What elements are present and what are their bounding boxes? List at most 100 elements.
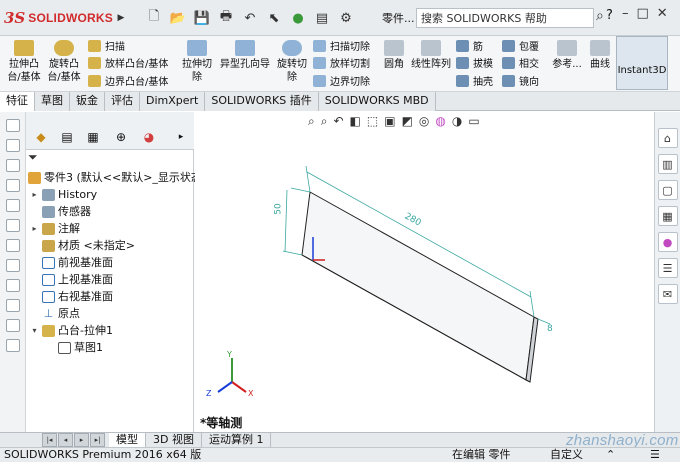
custom-properties-icon[interactable]: ☰ xyxy=(657,258,678,278)
last-tab-arrow-icon[interactable]: ▸| xyxy=(90,433,105,447)
draft-button[interactable]: 拔模 xyxy=(456,55,493,70)
tree-item-top-plane[interactable]: 上视基准面 xyxy=(30,272,113,288)
sketch-tool-icon[interactable] xyxy=(5,179,20,192)
prev-tab-arrow-icon[interactable]: ◂ xyxy=(58,433,73,447)
tab-model[interactable]: 模型 xyxy=(109,433,146,448)
search-icon[interactable]: ⌕ xyxy=(596,8,604,24)
forum-icon[interactable]: ✉ xyxy=(657,284,678,304)
tree-item-sketch1[interactable]: 草图1 xyxy=(46,340,103,356)
tree-item-annotations[interactable]: ▸ 注解 xyxy=(30,221,80,237)
status-custom-units[interactable]: 自定义 xyxy=(550,448,583,462)
tree-item-boss-extrude[interactable]: ▾ 凸台-拉伸1 xyxy=(30,323,113,339)
new-document-icon[interactable]: 🗋 xyxy=(143,7,165,29)
hide-show-items-icon[interactable]: ◎ xyxy=(419,114,429,129)
sketch-tool-icon[interactable] xyxy=(5,259,20,272)
view-orientation-icon[interactable]: ▣ xyxy=(384,114,395,129)
sketch-tool-icon[interactable] xyxy=(5,279,20,292)
rib-button[interactable]: 筋 xyxy=(456,38,483,53)
undo-icon[interactable]: ↶ xyxy=(239,7,261,29)
apply-scene-icon[interactable]: ◑ xyxy=(452,114,462,129)
solidworks-resources-icon[interactable]: ⌂ xyxy=(657,128,678,148)
fillet-button[interactable]: 圆角 xyxy=(380,40,408,71)
curves-button[interactable]: 曲线 xyxy=(586,40,614,71)
wrap-button[interactable]: 包覆 xyxy=(502,38,539,53)
swept-cut-button[interactable]: 扫描切除 xyxy=(313,38,370,53)
solidworks-logo[interactable]: 3S SOLIDWORKS xyxy=(4,6,114,30)
tab-sheet-metal[interactable]: 钣金 xyxy=(70,92,105,111)
display-style-icon[interactable]: ◩ xyxy=(402,114,413,129)
property-manager-tab-icon[interactable]: ▤ xyxy=(56,128,78,146)
reference-geometry-button[interactable]: 参考... xyxy=(551,40,583,71)
revolve-boss-button[interactable]: 旋转凸 台/基体 xyxy=(46,40,82,84)
tree-item-history[interactable]: ▸ History xyxy=(30,187,97,203)
boundary-boss-button[interactable]: 边界凸台/基体 xyxy=(88,73,168,88)
lofted-cut-button[interactable]: 放样切割 xyxy=(313,55,370,70)
extrude-cut-button[interactable]: 拉伸切 除 xyxy=(180,40,214,84)
thickness-dimension-value[interactable]: 8 xyxy=(547,324,553,334)
zoom-area-icon[interactable]: ⌕ xyxy=(321,114,328,129)
appearances-icon[interactable]: ● xyxy=(657,232,678,252)
sketch-tool-icon[interactable] xyxy=(5,339,20,352)
tree-item-right-plane[interactable]: 右视基准面 xyxy=(30,289,113,305)
hole-wizard-button[interactable]: 异型孔向导 xyxy=(218,40,272,71)
tree-root[interactable]: 零件3 (默认<<默认>_显示状态 xyxy=(28,170,202,186)
expand-arrow-icon[interactable]: ▸ xyxy=(30,221,39,237)
filter-icon[interactable]: ⏷ xyxy=(28,150,190,166)
tab-evaluate[interactable]: 评估 xyxy=(105,92,140,111)
previous-view-icon[interactable]: ↶ xyxy=(333,114,343,129)
tab-dimxpert[interactable]: DimXpert xyxy=(140,92,206,111)
display-manager-tab-icon[interactable]: ◕ xyxy=(138,128,160,146)
zoom-to-fit-icon[interactable]: ⌕ xyxy=(308,114,315,129)
sketch-tool-icon[interactable] xyxy=(5,119,20,132)
sketch-tool-icon[interactable] xyxy=(5,219,20,232)
extrude-boss-button[interactable]: 拉伸凸 台/基体 xyxy=(6,40,42,84)
first-tab-arrow-icon[interactable]: |◂ xyxy=(42,433,57,447)
expand-panel-arrow-icon[interactable]: ▸ xyxy=(170,128,192,146)
graphics-area[interactable]: 280 50 8 Y X Z xyxy=(195,112,653,434)
tree-item-sensors[interactable]: 传感器 xyxy=(30,204,91,220)
tree-item-origin[interactable]: ⊥ 原点 xyxy=(30,306,80,322)
select-pointer-icon[interactable]: ⬉ xyxy=(263,7,285,29)
close-button[interactable]: ✕ xyxy=(657,6,668,21)
dynamic-annotation-icon[interactable]: ⬚ xyxy=(367,114,378,129)
options-gear-icon[interactable]: ⚙ xyxy=(335,7,357,29)
dimxpert-manager-tab-icon[interactable]: ⊕ xyxy=(110,128,132,146)
view-settings-icon[interactable]: ▭ xyxy=(468,114,479,129)
save-icon[interactable]: 💾 xyxy=(191,7,213,29)
tab-sketch[interactable]: 草图 xyxy=(35,92,70,111)
tab-3d-views[interactable]: 3D 视图 xyxy=(146,433,202,448)
menu-expand-arrow-icon[interactable]: ▶ xyxy=(116,10,126,26)
file-properties-icon[interactable]: ▤ xyxy=(311,7,333,29)
instant3d-button[interactable]: Instant3D xyxy=(616,36,668,90)
shell-button[interactable]: 抽壳 xyxy=(456,73,493,88)
loft-boss-button[interactable]: 放样凸台/基体 xyxy=(88,55,168,70)
help-search-input[interactable]: 搜索 SOLIDWORKS 帮助 xyxy=(416,8,594,28)
feature-manager-tab-icon[interactable]: ◆ xyxy=(30,128,52,146)
intersect-button[interactable]: 相交 xyxy=(502,55,539,70)
help-button[interactable]: ? xyxy=(606,8,613,23)
edit-appearance-icon[interactable]: ◍ xyxy=(435,114,445,129)
rebuild-traffic-light-icon[interactable]: ● xyxy=(287,7,309,29)
tree-item-material[interactable]: 材质 <未指定> xyxy=(30,238,135,254)
tree-item-front-plane[interactable]: 前视基准面 xyxy=(30,255,113,271)
file-explorer-icon[interactable]: ▢ xyxy=(657,180,678,200)
sketch-tool-icon[interactable] xyxy=(5,239,20,252)
maximize-button[interactable]: □ xyxy=(637,6,649,21)
boundary-cut-button[interactable]: 边界切除 xyxy=(313,73,370,88)
sketch-tool-icon[interactable] xyxy=(5,319,20,332)
linear-pattern-button[interactable]: 线性阵列 xyxy=(410,40,452,71)
open-folder-icon[interactable]: 📂 xyxy=(167,7,189,29)
unit-dropdown-icon[interactable]: ⌃ xyxy=(606,448,615,462)
sketch-tool-icon[interactable] xyxy=(5,159,20,172)
tab-features[interactable]: 特征 xyxy=(0,92,35,111)
design-library-icon[interactable]: ▥ xyxy=(657,154,678,174)
help-bubble-icon[interactable]: ☰ xyxy=(650,448,660,462)
document-name[interactable]: 零件... xyxy=(382,10,415,26)
sketch-tool-icon[interactable] xyxy=(5,299,20,312)
tab-mbd[interactable]: SOLIDWORKS MBD xyxy=(318,92,436,111)
minimize-button[interactable]: – xyxy=(622,6,629,21)
sweep-button[interactable]: 扫描 xyxy=(88,38,125,53)
tab-motion-study[interactable]: 运动算例 1 xyxy=(202,433,272,448)
view-palette-icon[interactable]: ▦ xyxy=(657,206,678,226)
revolve-cut-button[interactable]: 旋转切 除 xyxy=(275,40,309,84)
